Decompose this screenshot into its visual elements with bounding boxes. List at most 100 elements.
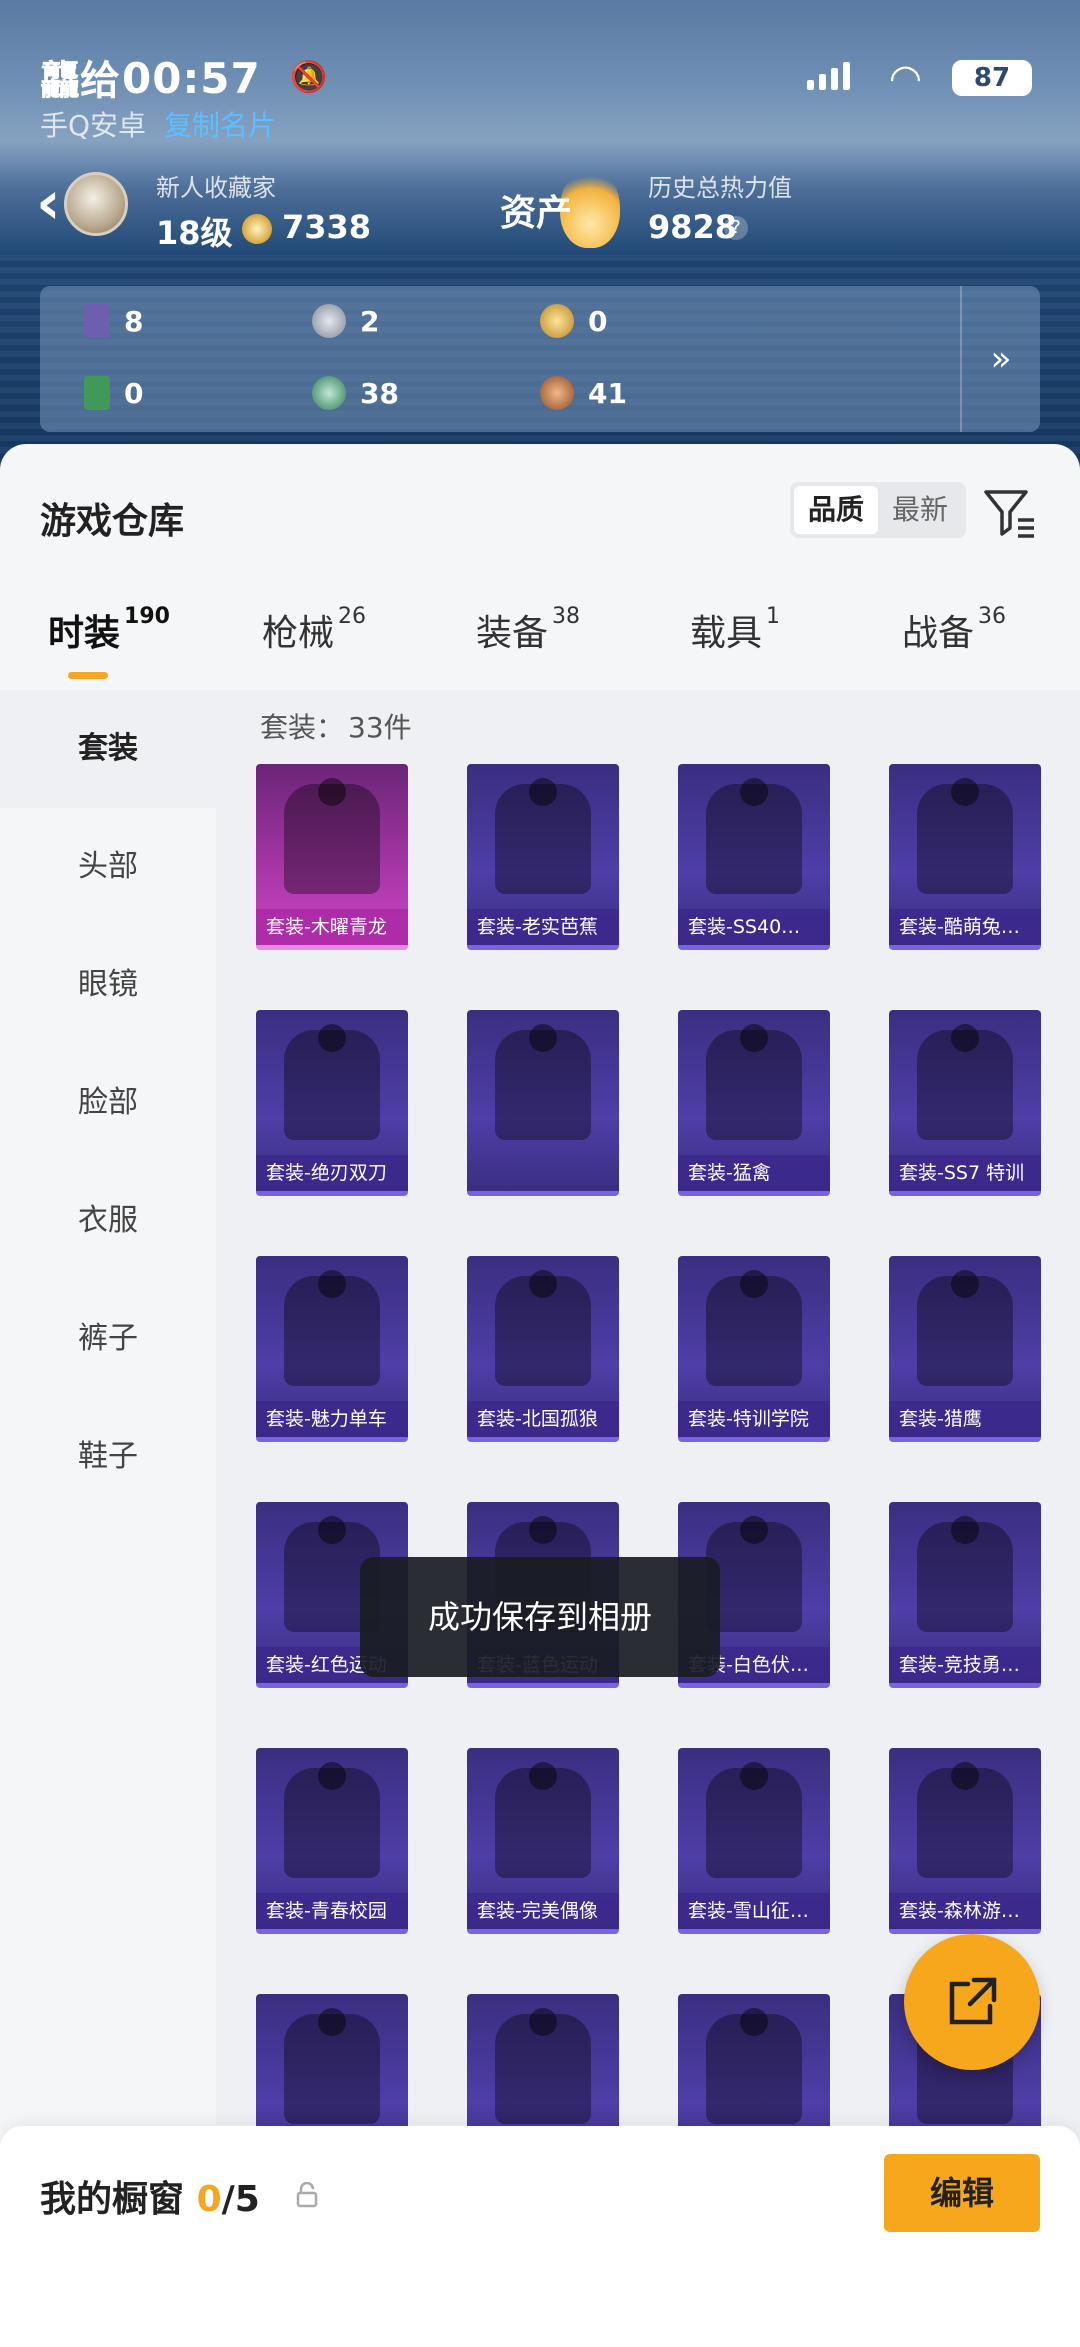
suit-card[interactable]: 套装-木曜青龙: [256, 764, 408, 950]
battery-icon: 87: [952, 60, 1032, 96]
suit-card[interactable]: 套装-竞技勇…: [889, 1502, 1041, 1688]
outfit-image: [706, 1762, 802, 1878]
side-item-pants[interactable]: 裤子: [0, 1280, 216, 1398]
share-button[interactable]: [904, 1934, 1040, 2070]
suit-card[interactable]: 套装-绝刃双刀: [256, 1010, 408, 1196]
side-item-clothes[interactable]: 衣服: [0, 1162, 216, 1280]
suit-card[interactable]: 套装-老实芭蕉: [467, 764, 619, 950]
suit-card[interactable]: 套装-SS40…: [678, 764, 830, 950]
resource-panel: 8 2 0 0 38 41 »: [40, 286, 1040, 432]
suit-card-label: 套装-木曜青龙: [256, 909, 408, 945]
resource-value: 8: [124, 304, 144, 338]
suit-card[interactable]: 套装-完美偶像: [467, 1748, 619, 1934]
wifi-icon: ◠: [888, 56, 922, 100]
bronze-orb-icon: [540, 376, 574, 410]
showcase-label: 我的橱窗: [40, 2179, 185, 2220]
suit-card[interactable]: 套装-森林游…: [889, 1748, 1041, 1934]
clock: 00:57: [122, 54, 261, 103]
showcase-total: /5: [221, 2179, 260, 2220]
tab-label: 时装: [48, 613, 121, 654]
suit-card[interactable]: 套装-酷萌兔…: [889, 764, 1041, 950]
suit-card[interactable]: 套装-特训学院: [678, 1256, 830, 1442]
resource-item: 38: [312, 376, 399, 410]
side-item-head[interactable]: 头部: [0, 808, 216, 926]
tab-guns[interactable]: 枪械 26: [262, 604, 366, 656]
outfit-image: [495, 2008, 591, 2124]
resource-value: 41: [588, 376, 627, 410]
outfit-image: [917, 1270, 1013, 1386]
heat-title: 历史总热力值: [648, 174, 792, 202]
side-item-glasses[interactable]: 眼镜: [0, 926, 216, 1044]
outfit-image: [706, 1024, 802, 1140]
suit-card-label: 套装-猎鹰: [889, 1401, 1041, 1437]
resource-item: 0: [84, 376, 143, 410]
share-icon: [949, 1977, 997, 2025]
grid-caption-count: 33件: [348, 711, 412, 744]
suit-card-label: 套装-特训学院: [678, 1401, 830, 1437]
outfit-image: [495, 1270, 591, 1386]
grid-caption-label: 套装：: [260, 711, 345, 744]
outfit-image: [284, 1270, 380, 1386]
resources-more-button[interactable]: »: [960, 286, 1040, 432]
tab-count: 38: [552, 604, 581, 629]
category-tabs: 时装 190 枪械 26 装备 38 载具 1 战备 36: [0, 604, 1080, 680]
rank-title: 新人收藏家: [156, 174, 276, 202]
back-arrow-icon[interactable]: ‹: [36, 173, 76, 234]
toast-message: 成功保存到相册: [360, 1557, 720, 1677]
suit-card[interactable]: 套装-猛禽: [678, 1010, 830, 1196]
asset-label: 资产: [500, 193, 573, 234]
side-item-face[interactable]: 脸部: [0, 1044, 216, 1162]
sort-quality-button[interactable]: 品质: [794, 486, 879, 534]
resource-value: 0: [124, 376, 144, 410]
tab-count: 1: [766, 604, 781, 629]
edit-button[interactable]: 编辑: [884, 2154, 1040, 2232]
coin-value: 7338: [282, 208, 372, 246]
tab-fashion[interactable]: 时装 190: [48, 604, 170, 656]
outfit-image: [917, 1024, 1013, 1140]
suit-card-label: 套装-老实芭蕉: [467, 909, 619, 945]
coin-icon: [242, 214, 272, 244]
resource-item: 41: [540, 376, 627, 410]
gold-token-icon: [540, 304, 574, 338]
sort-newest-button[interactable]: 最新: [878, 486, 962, 534]
outfit-image: [917, 1516, 1013, 1632]
suit-card-label: 套装-猛禽: [678, 1155, 830, 1191]
outfit-image: [706, 2008, 802, 2124]
suit-card[interactable]: 套装-魅力单车: [256, 1256, 408, 1442]
suit-card-label: 套装-SS40…: [678, 909, 830, 945]
jade-orb-icon: [312, 376, 346, 410]
tab-count: 26: [338, 604, 367, 629]
suit-card-label: 套装-森林游…: [889, 1893, 1041, 1929]
help-icon[interactable]: ?: [724, 216, 748, 240]
silver-token-icon: [312, 304, 346, 338]
sub-caption: 手Q安卓 复制名片: [40, 104, 276, 144]
side-item-suit[interactable]: 套装: [0, 690, 216, 808]
suit-card[interactable]: 套装-猎鹰: [889, 1256, 1041, 1442]
suit-card-label: 套装-完美偶像: [467, 1893, 619, 1929]
tab-vehicles[interactable]: 载具 1: [690, 604, 780, 656]
copy-card-link[interactable]: 复制名片: [164, 109, 276, 142]
suit-card-label: 套装-竞技勇…: [889, 1647, 1041, 1683]
suit-card[interactable]: 套装-青春校园: [256, 1748, 408, 1934]
suit-card[interactable]: 套装-雪山征…: [678, 1748, 830, 1934]
outfit-image: [284, 1024, 380, 1140]
purple-card-icon: [84, 304, 110, 338]
tab-count: 190: [124, 604, 170, 629]
suit-card[interactable]: 套装-北国孤狼: [467, 1256, 619, 1442]
suit-card[interactable]: 套装-SS7 特训: [889, 1010, 1041, 1196]
suit-card[interactable]: [467, 1010, 619, 1196]
signal-icon: [807, 62, 850, 90]
sheet-title: 游戏仓库: [40, 501, 185, 542]
tab-equipment[interactable]: 装备 38: [476, 604, 580, 656]
tab-supplies[interactable]: 战备 36: [902, 604, 1006, 656]
side-item-shoes[interactable]: 鞋子: [0, 1398, 216, 1516]
status-bar: 龘给 00:57 🔕 ◠ 87: [40, 48, 1040, 108]
suit-card-label: 套装-雪山征…: [678, 1893, 830, 1929]
filter-icon[interactable]: [982, 484, 1038, 540]
active-tab-indicator: [68, 672, 108, 679]
showcase-title: 我的橱窗 0/5: [40, 2170, 260, 2222]
mute-bell-icon: 🔕: [290, 60, 328, 95]
grid-caption: 套装： 33件: [256, 706, 412, 746]
resource-value: 2: [360, 304, 380, 338]
outfit-image: [917, 778, 1013, 894]
